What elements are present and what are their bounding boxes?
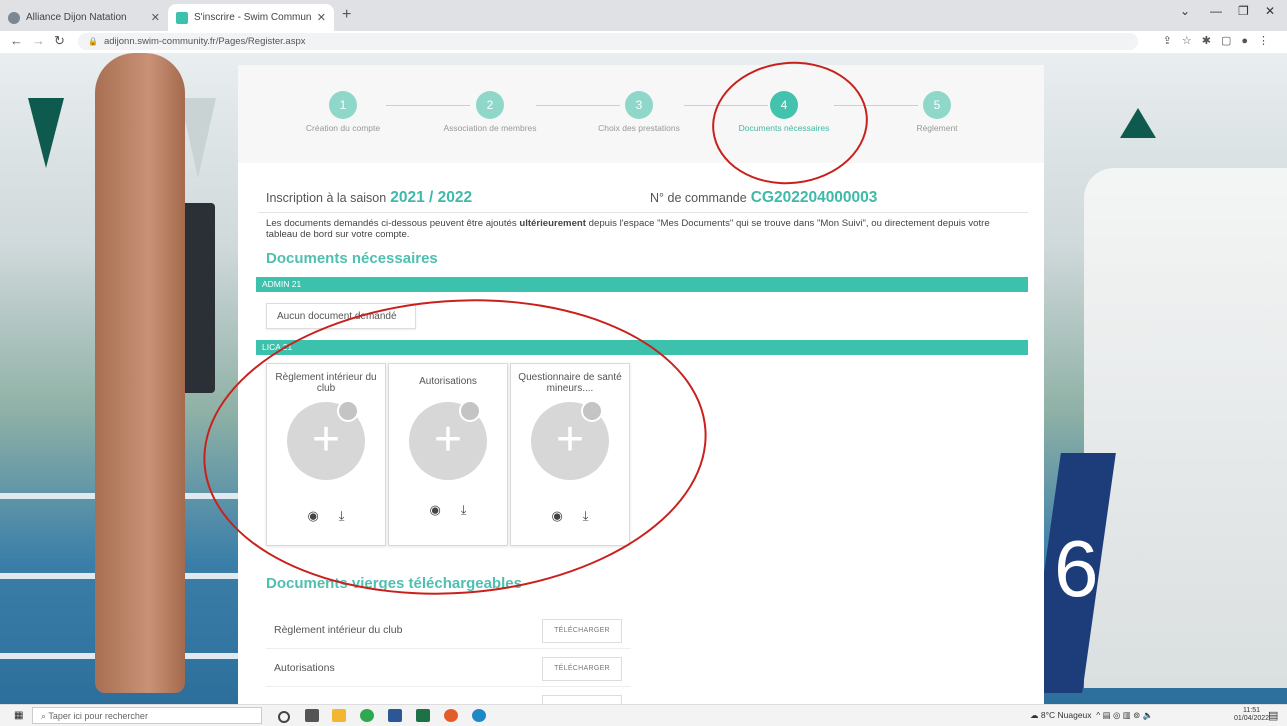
registration-wizard: 1 Création du compte 2 Association de me… [238,65,1044,163]
lane-number: 6 [1054,524,1099,613]
clock-date: 01/04/2022 [1234,715,1270,722]
excel-icon[interactable] [416,709,430,722]
app-icon[interactable] [472,709,486,722]
close-icon[interactable]: ✕ [151,11,160,24]
list-item: Autorisations TÉLÉCHARGER [266,652,631,687]
blank-doc-name: Autorisations [274,662,335,674]
step-label: Choix des prestations [598,123,680,133]
weather-text: 8°C Nuageux [1040,710,1092,720]
wizard-step-3[interactable]: 3 Choix des prestations [574,91,704,133]
search-placeholder: Taper ici pour rechercher [48,711,148,721]
step-number: 1 [329,91,357,119]
task-view-icon[interactable] [305,709,319,722]
step-number: 2 [476,91,504,119]
season-value: 2021 / 2022 [390,189,473,206]
starting-block [1084,168,1287,688]
word-icon[interactable] [388,709,402,722]
list-item [266,690,631,710]
tab-title: Alliance Dijon Natation [26,12,127,23]
step-label: Règlement [916,123,958,133]
windows-start-icon[interactable]: ▦ [14,710,23,721]
step-label: Association de membres [443,123,537,133]
forward-icon[interactable]: → [32,33,45,48]
intro-bold: ultérieurement [519,218,586,229]
windows-taskbar: ▦ ⌕ Taper ici pour rechercher ☁ 8°C Nuag… [0,704,1287,726]
bunting-flag [28,98,64,168]
order-info: N° de commande CG202204000003 [650,189,877,207]
chevron-down-icon[interactable]: ⌄ [1180,4,1190,18]
download-button[interactable]: TÉLÉCHARGER [542,619,622,643]
intro-part: Les documents demandés ci-dessous peuven… [266,218,520,229]
step-label: Création du compte [305,123,381,133]
swimmer-arm [95,53,185,693]
wizard-step-1[interactable]: 1 Création du compte [278,91,408,133]
step-number: 5 [923,91,951,119]
weather-icon: ☁ [1030,710,1041,720]
intro-text: Les documents demandés ci-dessous peuven… [266,218,1006,240]
tab-swim-community[interactable]: S'inscrire - Swim Community ✕ [168,4,334,31]
order-value: CG202204000003 [750,189,878,206]
cortana-icon[interactable] [278,711,290,723]
notifications-icon[interactable]: ▤ [1268,709,1278,722]
system-tray[interactable]: ☁ 8°C Nuageux ^ ▤ ◎ ▥ ⊚ 🔈 [1030,710,1153,721]
bunting-flag [180,98,216,178]
group-header-admin: ADMIN 21 [256,277,1028,292]
file-explorer-icon[interactable] [332,709,346,722]
tab-title: S'inscrire - Swim Community [194,12,311,23]
close-window-icon[interactable]: ✕ [1265,4,1275,18]
divider [258,212,1028,213]
tab-alliance-dijon[interactable]: Alliance Dijon Natation ✕ [0,4,168,31]
reload-icon[interactable]: ↻ [54,33,65,49]
close-icon[interactable]: ✕ [317,11,326,24]
season-label: Inscription à la saison [266,191,387,205]
list-item: Règlement intérieur du club TÉLÉCHARGER [266,614,631,649]
taskbar-search-input[interactable]: ⌕ Taper ici pour rechercher [32,707,262,724]
url-field[interactable]: 🔒 adijonn.swim-community.fr/Pages/Registe… [78,33,1138,50]
download-button[interactable]: TÉLÉCHARGER [542,657,622,681]
blank-doc-name: Règlement intérieur du club [274,624,403,636]
globe-icon [8,11,20,24]
browser-tab-bar: Alliance Dijon Natation ✕ S'inscrire - S… [0,0,1287,31]
restore-icon[interactable]: ❐ [1238,4,1249,18]
taskbar-clock[interactable]: 11:51 01/04/2022 [1234,707,1269,723]
wizard-step-5[interactable]: 5 Règlement [872,91,1002,133]
back-icon[interactable]: ← [10,33,23,48]
swim-community-icon [176,11,188,24]
extensions-icons[interactable]: ⇪☆✱▢●⋮ [1163,34,1279,47]
season-info: Inscription à la saison 2021 / 2022 [266,189,472,207]
new-tab-button[interactable]: + [342,6,351,24]
minimize-icon[interactable]: — [1210,4,1222,18]
starting-block-scene: 6 [1027,53,1287,704]
chrome-icon[interactable] [360,709,374,722]
url-text: adijonn.swim-community.fr/Pages/Register… [103,36,306,47]
address-bar: ← → ↻ 🔒 adijonn.swim-community.fr/Pages/R… [0,31,1287,54]
lock-icon: 🔒 [88,37,98,46]
wizard-step-2[interactable]: 2 Association de membres [425,91,555,133]
order-label: N° de commande [650,191,747,205]
section-title-documents: Documents nécessaires [266,250,438,267]
step-number: 3 [625,91,653,119]
firefox-icon[interactable] [444,709,458,722]
clock-time: 11:51 [1243,707,1261,714]
